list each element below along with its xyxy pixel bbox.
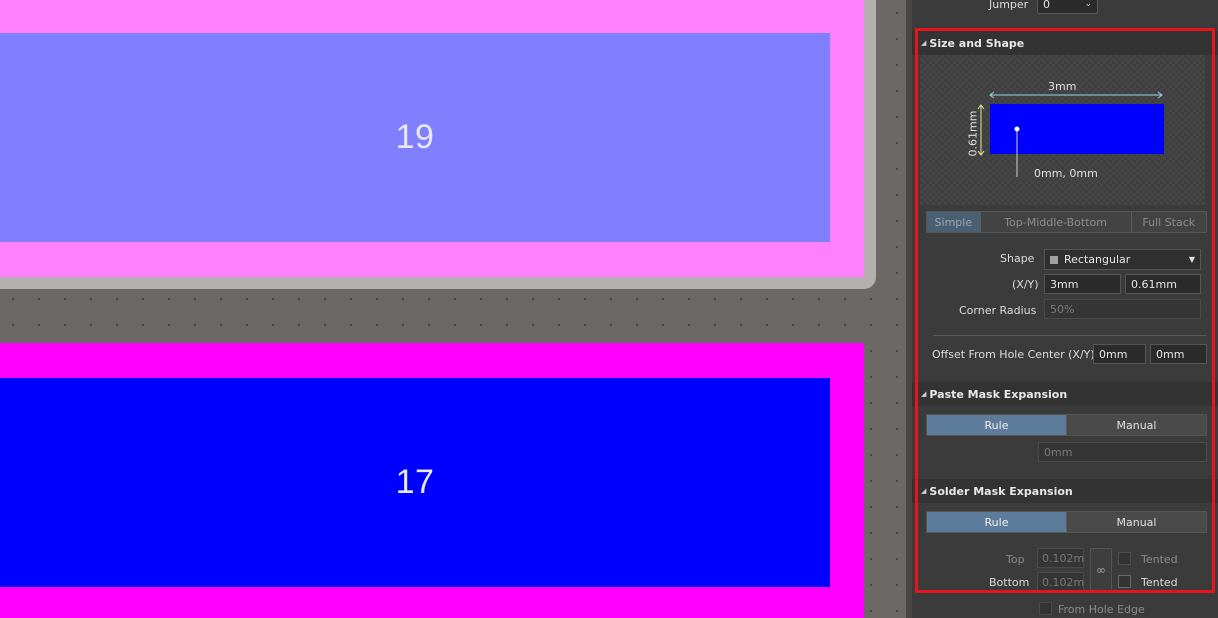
collapse-triangle-icon: ◢ xyxy=(921,487,927,495)
solder-rule-button[interactable]: Rule xyxy=(927,512,1067,532)
from-hole-edge-checkbox[interactable] xyxy=(1039,602,1052,615)
shape-select[interactable]: Rectangular ▼ xyxy=(1044,249,1201,270)
size-x-input[interactable]: 3mm xyxy=(1044,274,1121,294)
solder-mask-header[interactable]: ◢ Solder Mask Expansion xyxy=(912,479,1218,503)
mode-top-middle-bottom[interactable]: Top-Middle-Bottom xyxy=(980,212,1132,232)
collapse-triangle-icon: ◢ xyxy=(921,390,927,398)
stack-mode-selector[interactable]: Simple Top-Middle-Bottom Full Stack xyxy=(926,211,1207,233)
solder-mask-mode[interactable]: Rule Manual xyxy=(926,511,1207,533)
paste-mask-title: Paste Mask Expansion xyxy=(929,387,1068,401)
solder-top-label: Top xyxy=(1006,553,1025,566)
size-shape-header[interactable]: ◢ Size and Shape xyxy=(912,31,1218,55)
size-y-input[interactable]: 0.61mm xyxy=(1125,274,1201,294)
from-hole-edge-label: From Hole Edge xyxy=(1058,603,1145,616)
xy-label: (X/Y) xyxy=(1012,278,1039,291)
pad-19-number: 19 xyxy=(395,118,435,156)
tented-bottom-checkbox[interactable] xyxy=(1118,575,1131,588)
pcb-canvas[interactable]: 19 17 xyxy=(0,0,906,618)
pad-17-number: 17 xyxy=(395,463,435,501)
chevron-down-icon: ⌄ xyxy=(1084,0,1092,9)
height-dimension-label: 0.61mm xyxy=(966,110,980,157)
dimension-drawing xyxy=(977,91,1164,177)
collapse-triangle-icon: ◢ xyxy=(921,39,927,47)
dropdown-arrow-icon: ▼ xyxy=(1188,255,1195,264)
solder-bottom-input[interactable]: 0.102m xyxy=(1037,572,1084,592)
mode-full-stack[interactable]: Full Stack xyxy=(1131,212,1207,232)
jumper-label: Jumper xyxy=(989,0,1029,11)
rectangle-shape-icon xyxy=(1050,255,1058,264)
paste-rule-button[interactable]: Rule xyxy=(927,415,1067,435)
paste-manual-button[interactable]: Manual xyxy=(1067,415,1206,435)
jumper-select[interactable]: 0 ⌄ xyxy=(1037,0,1098,14)
tented-top-label: Tented xyxy=(1141,553,1178,566)
offset-x-input[interactable]: 0mm xyxy=(1093,344,1146,364)
jumper-value: 0 xyxy=(1043,0,1050,11)
properties-panel: Jumper 0 ⌄ ◢ Size and Shape 3mm 0.61mm 0… xyxy=(912,0,1218,618)
tented-bottom-label: Tented xyxy=(1141,576,1178,589)
shape-value: Rectangular xyxy=(1064,253,1131,266)
pad-shape-preview: 3mm 0.61mm 0mm, 0mm xyxy=(920,55,1205,205)
pad-17[interactable]: 17 xyxy=(0,378,830,587)
separator xyxy=(933,335,1207,336)
paste-mask-value-input[interactable]: 0mm xyxy=(1038,442,1207,462)
corner-radius-input[interactable]: 50% xyxy=(1044,299,1201,319)
solder-mask-title: Solder Mask Expansion xyxy=(929,484,1073,498)
offset-y-input[interactable]: 0mm xyxy=(1150,344,1207,364)
pad-19[interactable]: 19 xyxy=(0,33,830,242)
solder-manual-button[interactable]: Manual xyxy=(1067,512,1206,532)
paste-mask-mode[interactable]: Rule Manual xyxy=(926,414,1207,436)
mode-simple[interactable]: Simple xyxy=(927,212,981,232)
paste-mask-header[interactable]: ◢ Paste Mask Expansion xyxy=(912,382,1218,406)
origin-label: 0mm, 0mm xyxy=(1034,167,1098,180)
width-dimension-label: 3mm xyxy=(1048,80,1077,93)
shape-label: Shape xyxy=(1000,252,1035,265)
corner-radius-label: Corner Radius xyxy=(959,304,1037,317)
solder-top-input[interactable]: 0.102m xyxy=(1037,548,1084,568)
tented-top-checkbox[interactable] xyxy=(1118,552,1131,565)
link-icon[interactable]: ∞ xyxy=(1090,548,1112,592)
solder-bottom-label: Bottom xyxy=(989,576,1030,589)
offset-label: Offset From Hole Center (X/Y) xyxy=(932,348,1095,361)
size-shape-title: Size and Shape xyxy=(929,36,1025,50)
